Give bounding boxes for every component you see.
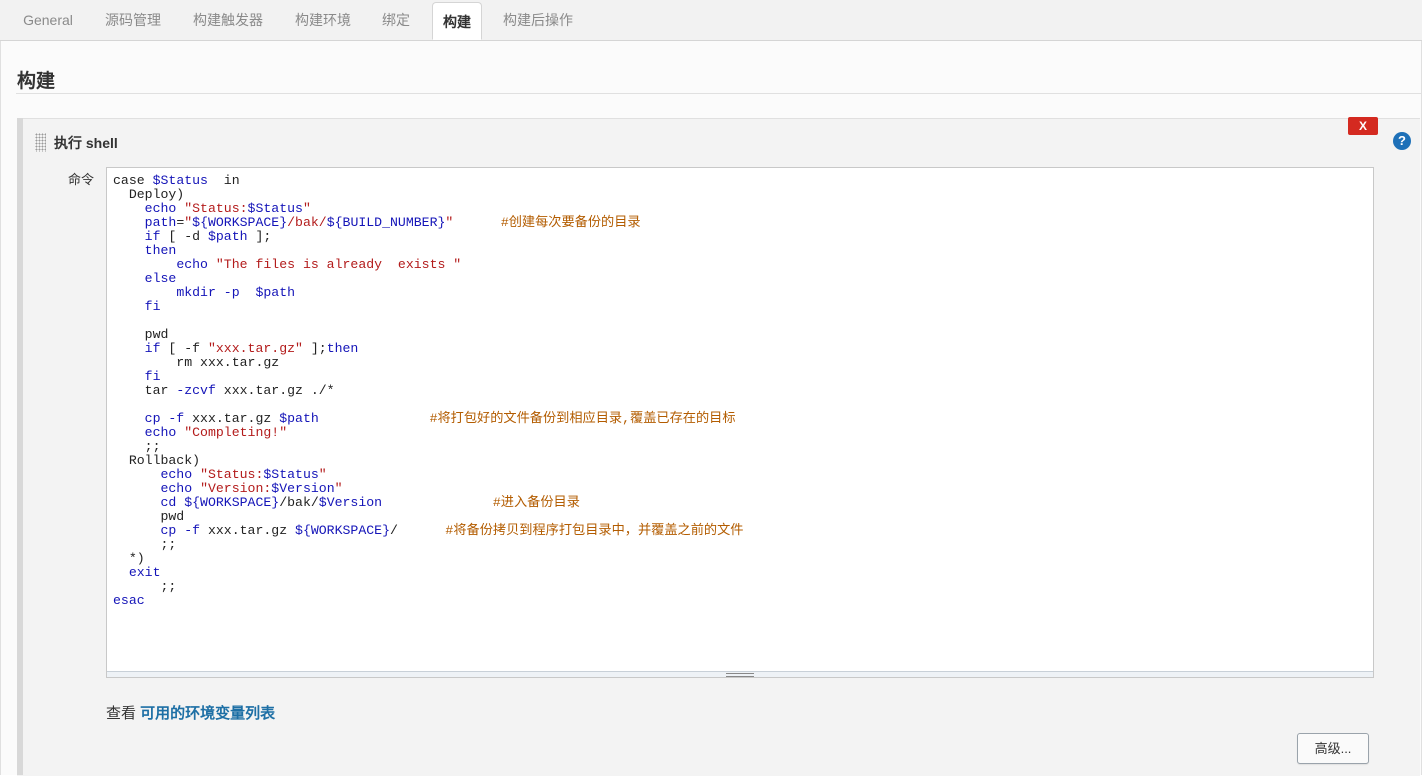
command-code[interactable]: case $Status in Deploy) echo "Status:$St… xyxy=(113,174,743,608)
build-step-edge xyxy=(17,118,23,775)
tab-build-triggers[interactable]: 构建触发器 xyxy=(184,0,272,40)
advanced-button[interactable]: 高级... xyxy=(1297,733,1369,764)
drag-handle-icon[interactable] xyxy=(35,133,46,152)
tab-post-build-actions[interactable]: 构建后操作 xyxy=(494,0,582,40)
editor-footer xyxy=(107,671,1373,677)
tab-bindings[interactable]: 绑定 xyxy=(372,0,420,40)
command-editor[interactable]: case $Status in Deploy) echo "Status:$St… xyxy=(106,167,1374,678)
command-label: 命令 xyxy=(68,172,95,187)
resize-handle-icon[interactable] xyxy=(726,673,754,677)
env-vars-line: 查看 可用的环境变量列表 xyxy=(106,702,275,723)
tab-build-environment[interactable]: 构建环境 xyxy=(286,0,360,40)
env-vars-link[interactable]: 可用的环境变量列表 xyxy=(140,705,275,722)
page-title: 构建 xyxy=(17,71,56,92)
tab-build[interactable]: 构建 xyxy=(432,2,482,40)
tab-source-management[interactable]: 源码管理 xyxy=(96,0,170,40)
env-vars-prefix: 查看 xyxy=(106,705,141,722)
build-step-title: 执行 shell xyxy=(54,135,118,151)
config-tab-bar: General 源码管理 构建触发器 构建环境 绑定 构建 构建后操作 xyxy=(0,0,1422,41)
help-icon[interactable]: ? xyxy=(1393,132,1411,150)
tab-general[interactable]: General xyxy=(10,0,86,40)
section-divider xyxy=(16,93,1422,94)
delete-step-button[interactable]: X xyxy=(1348,117,1378,135)
